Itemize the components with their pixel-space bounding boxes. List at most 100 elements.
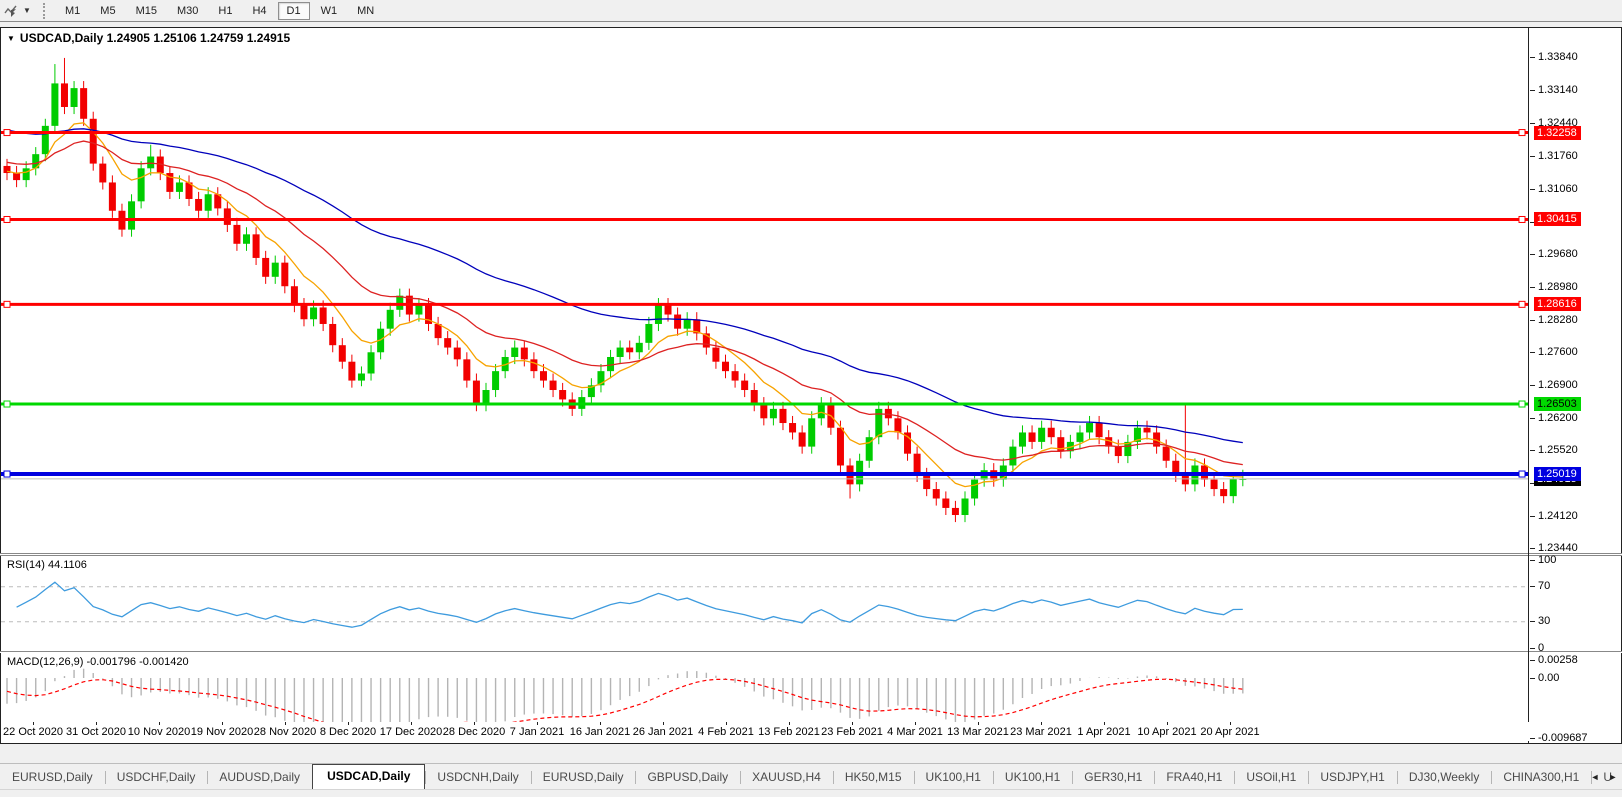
date-label: 23 Feb 2021: [821, 726, 883, 738]
timeframe-buttons: M1 M5 M15 M30 H1 H4 D1 W1 MN: [55, 1, 384, 20]
axis-tick: [1530, 621, 1535, 623]
date-tick: [1041, 722, 1042, 725]
date-label: 10 Nov 2020: [127, 726, 191, 738]
date-tick: [222, 722, 223, 725]
rsi-line: [16, 581, 1243, 628]
tab-scroll-right-icon[interactable]: ►: [1606, 769, 1620, 785]
date-tick: [663, 722, 664, 725]
date-label: 28 Dec 2020: [442, 726, 506, 738]
price-tick-label: 1.31760: [1538, 149, 1578, 162]
axis-tick: [1530, 384, 1535, 386]
date-tick: [474, 722, 475, 725]
symbol-dropdown-icon[interactable]: ▼: [7, 34, 15, 43]
price-tick-label: 1.26200: [1538, 411, 1578, 424]
chart-tab-hk50-m15[interactable]: HK50,M15: [832, 766, 914, 789]
chart-tab-gbpusd-daily[interactable]: GBPUSD,Daily: [635, 766, 740, 789]
chart-tab-usdcad-daily[interactable]: USDCAD,Daily: [312, 764, 426, 789]
axis-tick: [1530, 677, 1535, 679]
macd-label: MACD(12,26,9) -0.001796 -0.001420: [7, 656, 189, 668]
level-handle: [3, 129, 11, 137]
price-tick-label: 1.33840: [1538, 51, 1578, 64]
timeframe-button-w1[interactable]: W1: [312, 2, 347, 20]
time-axis[interactable]: 22 Oct 2020 31 Oct 2020 10 Nov 2020 19 Nov …: [0, 722, 1622, 741]
chart-tab-usdchf-daily[interactable]: USDCHF,Daily: [104, 766, 208, 789]
chart-tab-china300-h1[interactable]: CHINA300,H1: [1491, 766, 1591, 789]
tab-scroll-buttons: ◄ ►: [1588, 769, 1620, 785]
rsi-tick-label: 70: [1538, 580, 1551, 593]
chart-tab-usdjpy-h1[interactable]: USDJPY,H1: [1308, 766, 1396, 789]
tab-scroll-left-icon[interactable]: ◄: [1588, 769, 1602, 785]
date-tick: [852, 722, 853, 725]
axis-tick: [1530, 351, 1535, 353]
date-label: 4 Feb 2021: [698, 726, 754, 738]
price-tick-label: 1.28980: [1538, 280, 1578, 293]
timeframe-button-m1[interactable]: M1: [56, 2, 89, 20]
date-tick: [159, 722, 160, 725]
date-tick: [978, 722, 979, 725]
price-tick-label: 1.27600: [1538, 345, 1578, 358]
price-tick-label: 1.28280: [1538, 313, 1578, 326]
timeframe-button-mn[interactable]: MN: [348, 2, 383, 20]
timeframe-button-m30[interactable]: M30: [168, 2, 207, 20]
date-label: 20 Apr 2021: [1200, 726, 1260, 738]
price-tick-label: 1.29680: [1538, 247, 1578, 260]
rsi-axis: 100 70 30 0: [1530, 554, 1622, 654]
chart-cursor-icon[interactable]: [3, 3, 19, 19]
chart-title-text: USDCAD,Daily 1.24905 1.25106 1.24759 1.2…: [19, 31, 291, 45]
axis-tick: [1530, 737, 1535, 739]
chart-tab-uk100-h1[interactable]: UK100,H1: [992, 766, 1072, 789]
timeframe-button-m15[interactable]: M15: [127, 2, 166, 20]
axis-tick: [1530, 647, 1535, 649]
mt4-application: ▼ M1 M5 M15 M30 H1 H4 D1 W1 MN ▼ USDCAD,Daily 1.…: [0, 0, 1622, 797]
chart-tab-usoil-h1[interactable]: USOil,H1: [1234, 766, 1308, 789]
chart-title: ▼ USDCAD,Daily 1.24905 1.25106 1.24759 1…: [7, 31, 290, 45]
toolbar-grip[interactable]: [43, 2, 47, 19]
date-label: 13 Mar 2021: [947, 726, 1009, 738]
level-handle: [3, 470, 11, 478]
candlestick-chart[interactable]: [1, 28, 1622, 554]
level-handle: [3, 300, 11, 308]
rsi-tick-label: 100: [1538, 554, 1557, 566]
status-strip: [0, 789, 1622, 797]
date-tick: [1104, 722, 1105, 725]
rsi-chart: [1, 581, 1529, 628]
chart-tab-usdcnh-daily[interactable]: USDCNH,Daily: [425, 766, 530, 789]
axis-tick: [1530, 659, 1535, 661]
price-tick-label: 1.25520: [1538, 443, 1578, 456]
chart-tab-fra40-h1[interactable]: FRA40,H1: [1154, 766, 1234, 789]
rsi-pane[interactable]: RSI(14) 44.1106 100 70 30 0: [0, 554, 1622, 654]
chart-tab-eurusd-daily[interactable]: EURUSD,Daily: [0, 766, 105, 789]
chart-tab-eurusd-daily[interactable]: EURUSD,Daily: [530, 766, 636, 789]
date-label: 4 Mar 2021: [887, 726, 943, 738]
rsi-label: RSI(14) 44.1106: [7, 559, 87, 571]
chart-bottom-border: [0, 743, 1622, 744]
level-price-label: 1.26503: [1534, 397, 1581, 412]
timeframe-button-d1[interactable]: D1: [277, 1, 310, 20]
level-handle: [3, 215, 11, 223]
timeframe-toolbar: ▼ M1 M5 M15 M30 H1 H4 D1 W1 MN: [0, 0, 1622, 22]
chart-tab-dj30-weekly[interactable]: DJ30,Weekly: [1396, 766, 1491, 789]
date-label: 7 Jan 2021: [509, 726, 565, 738]
timeframe-button-h1[interactable]: H1: [209, 2, 241, 20]
date-tick: [789, 722, 790, 725]
price-chart-pane[interactable]: ▼ USDCAD,Daily 1.24905 1.25106 1.24759 1…: [0, 27, 1622, 554]
date-label: 8 Dec 2020: [319, 726, 377, 738]
level-handle: [3, 400, 11, 408]
chart-tab-xauusd-h4[interactable]: XAUUSD,H4: [740, 766, 833, 789]
axis-tick: [1530, 548, 1535, 549]
level-price-label: 1.25019: [1534, 467, 1581, 482]
axis-tick: [1530, 449, 1535, 451]
chart-tab-uk100-h1[interactable]: UK100,H1: [913, 766, 993, 789]
date-tick: [600, 722, 601, 725]
chart-window: ▼ USDCAD,Daily 1.24905 1.25106 1.24759 1…: [0, 22, 1622, 763]
timeframe-button-m5[interactable]: M5: [91, 2, 124, 20]
chart-tab-ger30-h1[interactable]: GER30,H1: [1072, 766, 1154, 789]
date-tick: [1230, 722, 1231, 725]
caret-down-icon[interactable]: ▼: [21, 6, 33, 15]
macd-axis: 0.00258 0.00 -0.009687: [1530, 653, 1622, 744]
level-handle: [1518, 129, 1526, 137]
axis-tick: [1530, 90, 1535, 92]
chart-tab-audusd-daily[interactable]: AUDUSD,Daily: [207, 766, 312, 789]
axis-tick: [1530, 286, 1535, 288]
timeframe-button-h4[interactable]: H4: [243, 2, 275, 20]
